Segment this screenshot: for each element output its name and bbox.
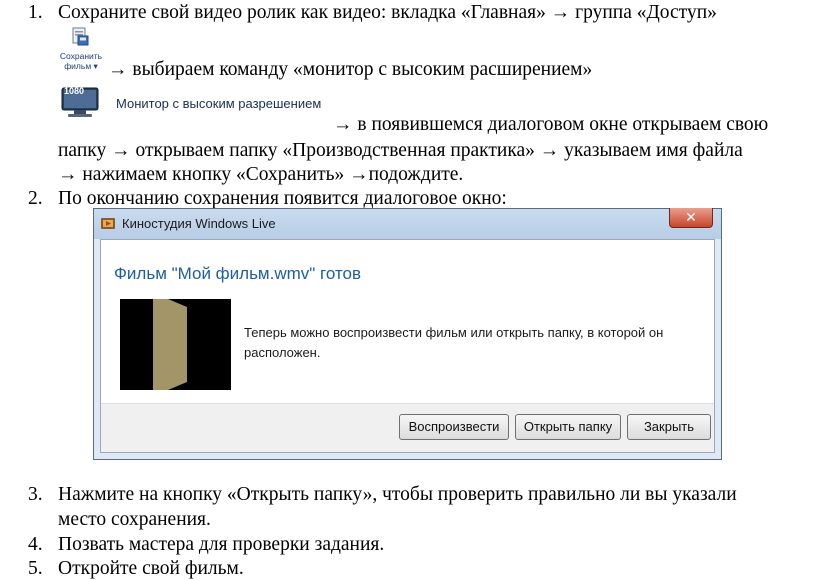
list-number: 4. xyxy=(28,534,43,555)
list-number: 2. xyxy=(28,188,43,209)
monitor-option-label[interactable]: Монитор с высоким разрешением xyxy=(116,96,321,111)
dialog-message: Теперь можно воспроизвести фильм или отк… xyxy=(244,325,664,360)
dialog-titlebar[interactable]: Киностудия Windows Live ✕ xyxy=(94,208,721,239)
list-item-text: папку → открываем папку «Производственна… xyxy=(58,140,743,161)
list-item-text: Сохраните свой видео ролик как видео: вк… xyxy=(58,2,717,23)
save-movie-button[interactable]: Сохранить фильм ▾ xyxy=(55,24,107,76)
list-item-text: Позвать мастера для проверки задания. xyxy=(58,534,385,555)
movie-maker-icon xyxy=(101,218,115,229)
movie-thumbnail xyxy=(120,299,231,390)
save-movie-icon xyxy=(72,27,89,46)
dialog-heading: Фильм "Мой фильм.wmv" готов xyxy=(114,264,362,283)
close-button[interactable]: Закрыть xyxy=(627,414,711,440)
list-item-text: → в появившемся диалоговом окне открывае… xyxy=(333,114,769,135)
monitor-badge: 1080 xyxy=(64,86,85,96)
list-item-text: → нажимаем кнопку «Сохранить» →подождите… xyxy=(58,164,464,185)
list-number: 3. xyxy=(28,484,43,505)
movie-ready-dialog: Киностудия Windows Live ✕ Фильм "Мой фил… xyxy=(93,208,722,460)
save-movie-dropdown-label: фильм ▾ xyxy=(64,61,98,71)
list-number: 5. xyxy=(28,558,43,579)
list-item-text: Нажмите на кнопку «Открыть папку», чтобы… xyxy=(58,484,737,505)
list-item-text: По окончанию сохранения появится диалого… xyxy=(58,188,507,209)
list-number: 1. xyxy=(28,2,43,23)
play-button[interactable]: Воспроизвести xyxy=(399,414,509,440)
movie-frame-image xyxy=(120,299,231,390)
close-icon[interactable]: ✕ xyxy=(669,208,713,228)
list-item-text: место сохранения. xyxy=(58,509,211,530)
list-item-text: Откройте свой фильм. xyxy=(58,558,244,579)
dialog-title: Киностудия Windows Live xyxy=(122,216,276,231)
dialog-button-bar: Воспроизвести Открыть папку Закрыть xyxy=(101,403,714,452)
list-item-text: → выбираем команду «монитор с высоким ра… xyxy=(108,59,593,80)
dialog-body: Фильм "Мой фильм.wmv" готов Теперь можно… xyxy=(100,239,715,453)
save-movie-label: Сохранить xyxy=(59,51,103,61)
open-folder-button[interactable]: Открыть папку xyxy=(515,414,621,440)
